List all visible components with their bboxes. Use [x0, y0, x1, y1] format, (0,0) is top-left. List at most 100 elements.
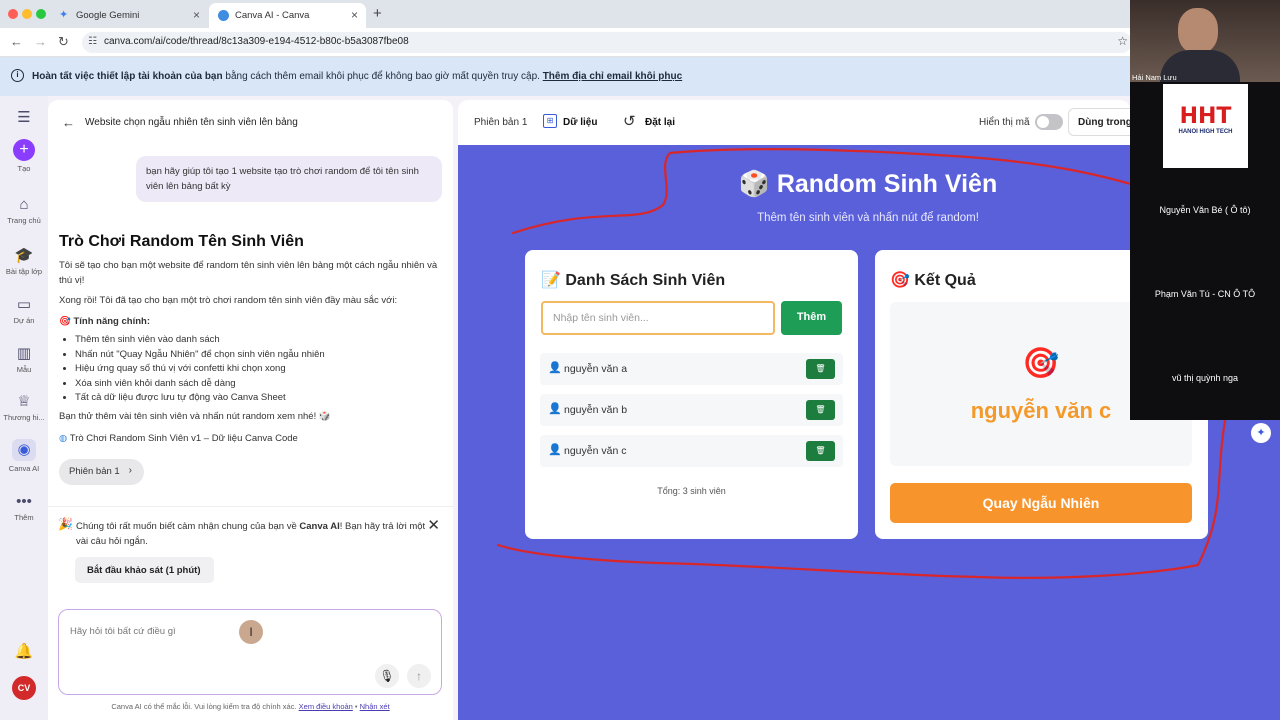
rail-label: Tạo [17, 164, 31, 173]
rail-item-canva-ai[interactable]: ◉ Canva AI [0, 439, 48, 473]
send-arrow-icon[interactable]: ↑ [407, 664, 431, 688]
data-link-text: Trò Chơi Random Sinh Viên v1 – Dữ liệu C… [69, 433, 298, 444]
notice-text: bằng cách thêm email khôi phục để không … [222, 71, 540, 82]
survey-bold: Canva AI [299, 521, 340, 532]
microphone-icon[interactable]: 🎙 [375, 664, 399, 688]
start-survey-button[interactable]: Bắt đầu khảo sát (1 phút) [75, 557, 214, 583]
survey-text-a: Chúng tôi rất muốn biết cảm nhận chung c… [76, 521, 300, 532]
survey-text: Chúng tôi rất muốn biết cảm nhận chung c… [76, 519, 426, 549]
url-field[interactable]: ☷ canva.com/ai/code/thread/8c13a309-e194… [82, 32, 1132, 53]
response-body: Tôi sẽ tạo cho bạn một website để random… [59, 259, 444, 447]
new-tab-button[interactable]: + [373, 5, 382, 22]
notifications-button[interactable]: 🔔 [0, 642, 48, 663]
bell-icon: 🔔 [14, 643, 34, 660]
data-button[interactable]: Dữ liệu [563, 117, 597, 128]
response-paragraph: Bạn thử thêm vài tên sinh viên và nhấn n… [59, 410, 331, 422]
globe-icon: ◍ [59, 433, 70, 444]
rail-item-classwork[interactable]: 🎓 Bài tập lớp [0, 246, 48, 276]
features-list: Thêm tên sinh viên vào danh sách Nhấn nú… [59, 333, 444, 406]
back-arrow-icon[interactable]: ← [62, 115, 75, 130]
features-title: Tính năng chính: [73, 315, 150, 327]
bookmark-star-icon[interactable]: ☆ [1117, 34, 1128, 48]
user-message: bạn hãy giúp tôi tạo 1 website tạo trò c… [136, 156, 442, 202]
survey-card: 🎉 Chúng tôi rất muốn biết cảm nhận chung… [48, 506, 453, 586]
account-notice-banner: i Hoàn tất việc thiết lập tài khoản của … [0, 57, 1280, 96]
chat-input[interactable]: Hãy hỏi tôi bất cứ điều gì I 🎙 ↑ [58, 609, 442, 695]
feedback-link[interactable]: Nhận xét [360, 702, 390, 711]
plus-icon: + [13, 139, 35, 161]
webcam-video [1130, 0, 1280, 82]
list-item: Nhấn nút "Quay Ngẫu Nhiên" để chọn sinh … [75, 348, 444, 363]
list-item: Thêm tên sinh viên vào danh sách [75, 333, 444, 348]
avatar[interactable]: CV [12, 676, 36, 700]
tab-title: Google Gemini [76, 10, 140, 21]
canva-icon [218, 10, 229, 21]
reload-icon[interactable]: ↻ [58, 34, 69, 50]
response-paragraph: Tôi sẽ tạo cho bạn một website để random… [59, 260, 438, 286]
gemini-icon: ✦ [59, 9, 69, 21]
logo-subtitle: HANOI HIGH TECH [1178, 129, 1233, 135]
folder-icon: ▭ [16, 296, 32, 313]
graduation-cap-icon: 🎓 [14, 247, 34, 264]
rail-label: Bài tập lớp [5, 267, 43, 276]
rail-label: Canva AI [8, 464, 40, 473]
show-code-label: Hiển thị mã [979, 117, 1030, 128]
rail-label: Dự án [13, 316, 35, 325]
target-icon: 🎯 [59, 315, 74, 327]
rail-item-brand[interactable]: ♕ Thương hi... [0, 392, 48, 422]
terms-link[interactable]: Xem điều khoản [299, 702, 353, 711]
create-button[interactable]: + Tạo [0, 139, 48, 173]
hamburger-icon: ☰ [17, 109, 31, 126]
close-survey-icon[interactable]: ✕ [427, 516, 440, 534]
rail-item-home[interactable]: ⌂ Trang chủ [0, 196, 48, 225]
home-icon: ⌂ [19, 196, 29, 213]
party-icon: 🎉 [58, 517, 73, 531]
table-icon: ⊞ [543, 114, 557, 128]
close-window-button[interactable] [8, 9, 18, 19]
list-item: Tất cả dữ liệu được lưu tự động vào Canv… [75, 391, 444, 406]
hht-logo: HHT HANOI HIGH TECH [1163, 84, 1248, 168]
close-tab-icon[interactable]: × [351, 8, 358, 22]
chevron-right-icon: › [128, 465, 132, 476]
version-chip[interactable]: Phiên bản 1 › [59, 459, 144, 485]
maximize-window-button[interactable] [36, 9, 46, 19]
response-heading: Trò Chơi Random Tên Sinh Viên [59, 233, 304, 250]
back-icon[interactable]: ← [10, 34, 23, 49]
tab-title: Canva AI - Canva [235, 10, 310, 21]
add-recovery-email-link[interactable]: Thêm địa chỉ email khôi phục [543, 71, 682, 82]
url-text: canva.com/ai/code/thread/8c13a309-e194-4… [104, 36, 409, 47]
address-bar-row: ← → ↻ ☷ canva.com/ai/code/thread/8c13a30… [0, 28, 1280, 57]
site-settings-icon[interactable]: ☷ [88, 36, 97, 47]
rail-item-more[interactable]: ••• Thêm [0, 493, 48, 522]
disclaimer: Canva AI có thể mắc lỗi. Vui lòng kiểm t… [48, 702, 453, 711]
use-in-button[interactable]: Dùng trong [1068, 108, 1138, 136]
minimize-window-button[interactable] [22, 9, 32, 19]
reset-button[interactable]: Đặt lại [645, 117, 675, 128]
forward-icon[interactable]: → [34, 34, 47, 49]
tab-google-gemini[interactable]: ✦ Google Gemini × [50, 3, 208, 28]
participant-name: vũ thị quỳnh nga [1171, 373, 1239, 383]
version-chip-label: Phiên bản 1 [69, 466, 120, 477]
thread-title: Website chọn ngẫu nhiên tên sinh viên lê… [85, 117, 298, 128]
data-link[interactable]: ◍ Trò Chơi Random Sinh Viên v1 – Dữ liệu… [59, 432, 444, 447]
toggle-knob [1037, 116, 1049, 128]
notice-bold: Hoàn tất việc thiết lập tài khoản của bạ… [32, 71, 223, 82]
features-heading: 🎯 Tính năng chính: [59, 315, 444, 330]
close-tab-icon[interactable]: × [193, 8, 200, 22]
tab-canva-ai[interactable]: Canva AI - Canva × [209, 3, 366, 28]
more-dots-icon: ••• [16, 493, 32, 510]
ai-assist-icon[interactable]: ✦ [1251, 423, 1271, 443]
webcam-overlay: Hải Nam Lưu HHT HANOI HIGH TECH Nguyễn V… [1130, 0, 1280, 420]
rail-item-projects[interactable]: ▭ Dự án [0, 295, 48, 325]
list-item: Hiệu ứng quay số thú vị với confetti khi… [75, 362, 444, 377]
participant-name: Hải Nam Lưu [1132, 73, 1177, 82]
info-icon: i [11, 69, 24, 82]
rail-item-templates[interactable]: ▥ Mẫu [0, 344, 48, 374]
version-label[interactable]: Phiên bản 1 [474, 117, 527, 128]
chat-panel: ← Website chọn ngẫu nhiên tên sinh viên … [48, 100, 453, 720]
show-code-toggle[interactable] [1035, 114, 1063, 130]
menu-button[interactable]: ☰ [0, 108, 48, 129]
participant-name: Phạm Văn Tú - CN Ô TÔ [1154, 289, 1256, 299]
response-paragraph: Xong rồi! Tôi đã tạo cho bạn một trò chơ… [59, 295, 398, 306]
preview-toolbar: Phiên bản 1 ⊞ Dữ liệu ↺ Đặt lại Hiển thị… [458, 100, 1138, 145]
